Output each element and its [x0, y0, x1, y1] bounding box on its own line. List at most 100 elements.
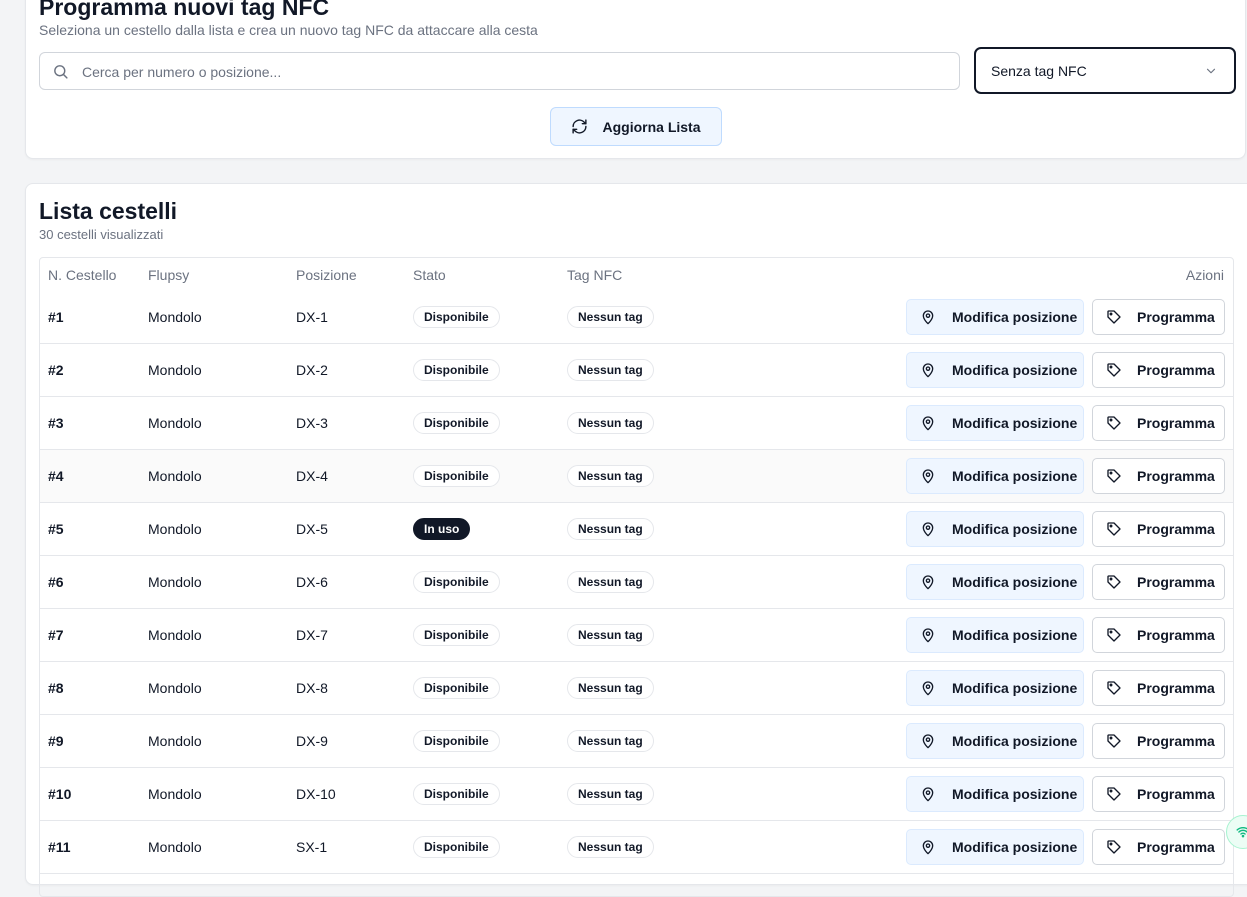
program-button[interactable]: Programma [1092, 511, 1225, 547]
basket-flupsy: Mondolo [148, 521, 202, 537]
status-badge: Disponibile [413, 359, 500, 381]
modify-position-label: Modifica posizione [952, 521, 1078, 537]
table-row: #1 Mondolo DX-1 Disponibile Nessun tag Modifi… [40, 291, 1233, 344]
status-badge: In uso [413, 518, 471, 540]
modify-position-button[interactable]: Modifica posizione [906, 458, 1084, 494]
modify-position-label: Modifica posizione [952, 680, 1078, 696]
program-button[interactable]: Programma [1092, 776, 1225, 812]
basket-position: SX-1 [296, 839, 328, 855]
col-flupsy: Flupsy [148, 267, 190, 283]
program-button[interactable]: Programma [1092, 723, 1225, 759]
basket-position: DX-9 [296, 733, 328, 749]
basket-position: DX-5 [296, 521, 328, 537]
modify-position-button[interactable]: Modifica posizione [906, 723, 1084, 759]
status-badge: Disponibile [413, 677, 500, 699]
nfc-tag-badge: Nessun tag [567, 306, 654, 328]
program-button[interactable]: Programma [1092, 405, 1225, 441]
program-label: Programma [1137, 468, 1215, 484]
modify-position-button[interactable]: Modifica posizione [906, 352, 1084, 388]
basket-flupsy: Mondolo [148, 786, 202, 802]
modify-position-label: Modifica posizione [952, 468, 1078, 484]
map-pin-icon [922, 734, 934, 749]
map-pin-icon [922, 363, 934, 378]
program-button[interactable]: Programma [1092, 670, 1225, 706]
basket-position: DX-4 [296, 468, 328, 484]
basket-flupsy: Mondolo [148, 680, 202, 696]
program-label: Programma [1137, 839, 1215, 855]
page-title: Programma nuovi tag NFC [39, 0, 330, 20]
basket-flupsy: Mondolo [148, 574, 202, 590]
map-pin-icon [922, 628, 934, 643]
modify-position-button[interactable]: Modifica posizione [906, 299, 1084, 335]
baskets-list-card: Lista cestelli 30 cestelli visualizzati … [25, 183, 1247, 897]
refresh-icon [572, 119, 588, 134]
basket-position: DX-2 [296, 362, 328, 378]
nfc-tag-badge: Nessun tag [567, 359, 654, 381]
refresh-list-button[interactable]: Aggiorna Lista [550, 107, 722, 146]
search-input[interactable] [80, 53, 944, 91]
status-badge: Disponibile [413, 836, 500, 858]
basket-position: DX-3 [296, 415, 328, 431]
tag-icon [1107, 840, 1121, 854]
program-button[interactable]: Programma [1092, 458, 1225, 494]
program-button[interactable]: Programma [1092, 299, 1225, 335]
basket-position: DX-7 [296, 627, 328, 643]
basket-flupsy: Mondolo [148, 733, 202, 749]
program-label: Programma [1137, 362, 1215, 378]
refresh-label: Aggiorna Lista [602, 118, 701, 135]
col-status: Stato [413, 267, 446, 283]
table-row: #2 Mondolo DX-2 Disponibile Nessun tag Modifi… [40, 344, 1233, 397]
table-row: #4 Mondolo DX-4 Disponibile Nessun tag Modifi… [40, 450, 1233, 503]
basket-number: #1 [48, 309, 64, 325]
modify-position-label: Modifica posizione [952, 839, 1078, 855]
nfc-tag-badge: Nessun tag [567, 518, 654, 540]
modify-position-label: Modifica posizione [952, 627, 1078, 643]
col-position: Posizione [296, 267, 357, 283]
map-pin-icon [922, 469, 934, 484]
modify-position-button[interactable]: Modifica posizione [906, 829, 1084, 865]
modify-position-button[interactable]: Modifica posizione [906, 405, 1084, 441]
chevron-down-icon [1206, 68, 1216, 74]
status-badge: Disponibile [413, 730, 500, 752]
col-number: N. Cestello [48, 267, 117, 283]
map-pin-icon [922, 681, 934, 696]
modify-position-label: Modifica posizione [952, 574, 1078, 590]
search-box[interactable] [39, 52, 960, 91]
status-badge: Disponibile [413, 412, 500, 434]
modify-position-button[interactable]: Modifica posizione [906, 617, 1084, 653]
program-card: Programma nuovi tag NFC Seleziona un ces… [25, 0, 1246, 159]
list-title: Lista cestelli [39, 198, 178, 224]
tag-icon [1107, 575, 1121, 589]
modify-position-button[interactable]: Modifica posizione [906, 670, 1084, 706]
program-button[interactable]: Programma [1092, 617, 1225, 653]
modify-position-button[interactable]: Modifica posizione [906, 511, 1084, 547]
tag-icon [1107, 681, 1121, 695]
program-button[interactable]: Programma [1092, 564, 1225, 600]
tag-icon [1107, 310, 1121, 324]
nfc-filter-select[interactable]: Senza tag NFC [974, 47, 1236, 94]
nfc-tag-badge: Nessun tag [567, 783, 654, 805]
map-pin-icon [922, 310, 934, 325]
table-row: #10 Mondolo DX-10 Disponibile Nessun tag Modi… [40, 768, 1233, 821]
table-row: #7 Mondolo DX-7 Disponibile Nessun tag Modifi… [40, 609, 1233, 662]
basket-position: DX-6 [296, 574, 328, 590]
modify-position-button[interactable]: Modifica posizione [906, 564, 1084, 600]
program-label: Programma [1137, 309, 1215, 325]
program-button[interactable]: Programma [1092, 352, 1225, 388]
nfc-tag-badge: Nessun tag [567, 571, 654, 593]
basket-number: #8 [48, 680, 64, 696]
basket-number: #9 [48, 733, 64, 749]
nfc-tag-badge: Nessun tag [567, 624, 654, 646]
table-header: N. Cestello Flupsy Posizione Stato Tag N… [40, 258, 1233, 292]
basket-number: #7 [48, 627, 64, 643]
tag-icon [1107, 416, 1121, 430]
program-label: Programma [1137, 574, 1215, 590]
program-label: Programma [1137, 733, 1215, 749]
program-label: Programma [1137, 786, 1215, 802]
modify-position-button[interactable]: Modifica posizione [906, 776, 1084, 812]
status-badge: Disponibile [413, 465, 500, 487]
program-button[interactable]: Programma [1092, 829, 1225, 865]
basket-number: #4 [48, 468, 64, 484]
page-subtitle: Seleziona un cestello dalla lista e crea… [39, 22, 538, 38]
basket-flupsy: Mondolo [148, 415, 202, 431]
